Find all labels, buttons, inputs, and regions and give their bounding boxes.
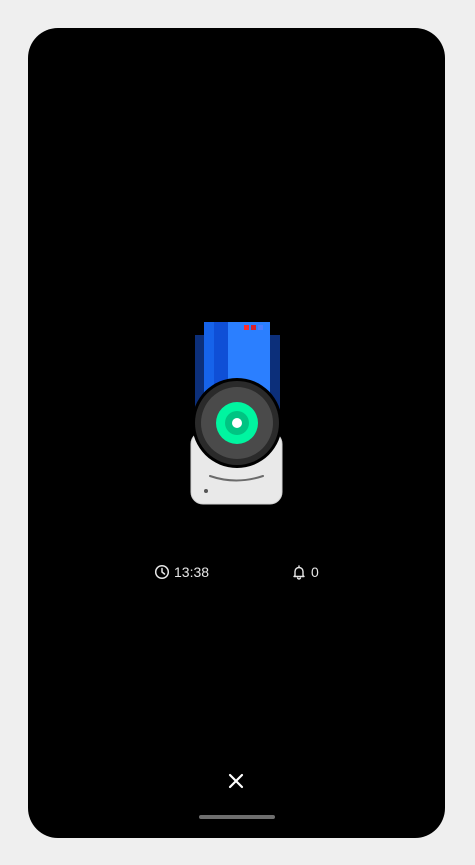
clock-icon	[154, 564, 170, 580]
bell-icon	[291, 564, 307, 580]
close-icon	[228, 773, 244, 789]
home-indicator[interactable]	[199, 815, 275, 819]
security-camera-illustration	[190, 322, 283, 505]
time-value: 13:38	[174, 564, 210, 580]
status-row: 13:38 0	[28, 561, 445, 583]
alerts-stat: 0	[291, 561, 319, 583]
alert-count: 0	[311, 564, 319, 580]
phone-screen: 13:38 0	[28, 28, 445, 838]
time-stat: 13:38	[154, 561, 209, 583]
close-button[interactable]	[224, 769, 248, 793]
